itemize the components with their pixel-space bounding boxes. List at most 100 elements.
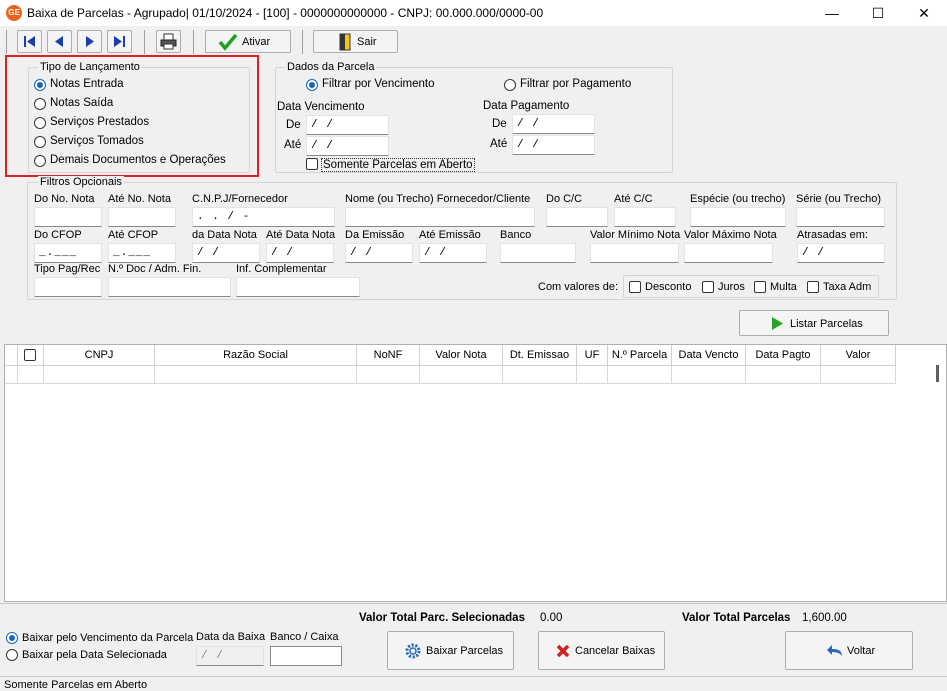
last-record-button[interactable] xyxy=(107,30,132,53)
multa-checkbox[interactable] xyxy=(754,281,766,293)
close-button[interactable]: ✕ xyxy=(901,0,947,26)
grid-cell[interactable] xyxy=(608,366,672,384)
label-data-vencimento: Data Vencimento xyxy=(277,101,365,113)
next-record-button[interactable] xyxy=(77,30,102,53)
tipo-pag-rec-field[interactable] xyxy=(34,277,102,297)
taxa-adm-checkbox[interactable] xyxy=(807,281,819,293)
grid-cell[interactable] xyxy=(44,366,155,384)
grid-header-razao-social[interactable]: Razão Social xyxy=(155,345,357,366)
grid-cell[interactable] xyxy=(746,366,821,384)
ate-emissao-field[interactable]: / / xyxy=(419,243,487,263)
print-button[interactable] xyxy=(156,30,181,53)
do-cfop-field[interactable]: _.___ xyxy=(34,243,102,263)
da-data-nota-field[interactable]: / / xyxy=(192,243,260,263)
footer-divider xyxy=(0,603,947,604)
cnpj-fornecedor-field[interactable]: . . / - xyxy=(192,207,335,227)
select-all-checkbox[interactable] xyxy=(24,349,36,361)
label-ate-cfop: Até CFOP xyxy=(108,229,159,241)
venc-de-field[interactable]: / / xyxy=(306,115,389,135)
grid-header-nonf[interactable]: NoNF xyxy=(357,345,420,366)
grid-header-dt-emissao[interactable]: Dt. Emissao xyxy=(503,345,577,366)
grid-header-select[interactable] xyxy=(18,345,44,366)
label-baixar-vencimento: Baixar pelo Vencimento da Parcela xyxy=(22,632,194,644)
somente-aberto-checkbox[interactable] xyxy=(306,158,318,170)
sair-button[interactable]: Sair xyxy=(313,30,398,53)
ate-no-nota-field[interactable] xyxy=(108,207,176,227)
nome-trecho-field[interactable] xyxy=(345,207,535,227)
gear-icon xyxy=(405,643,421,659)
grid-header-data-pagto[interactable]: Data Pagto xyxy=(746,345,821,366)
check-icon xyxy=(218,33,238,51)
prev-record-button[interactable] xyxy=(47,30,72,53)
juros-checkbox[interactable] xyxy=(702,281,714,293)
label-do-no-nota: Do No. Nota xyxy=(34,193,95,205)
sair-label: Sair xyxy=(357,36,377,48)
grid-cell[interactable] xyxy=(503,366,577,384)
atrasadas-em-field[interactable]: / / xyxy=(797,243,885,263)
banco-field[interactable] xyxy=(500,243,576,263)
cancelar-baixas-label: Cancelar Baixas xyxy=(575,645,656,657)
label-com-valores-de: Com valores de: xyxy=(538,281,619,293)
voltar-button[interactable]: Voltar xyxy=(785,631,913,670)
first-record-button[interactable] xyxy=(17,30,42,53)
radio-baixar-data-selecionada[interactable] xyxy=(6,649,18,661)
label-valor-total-selecionadas: Valor Total Parc. Selecionadas xyxy=(359,612,525,624)
pag-de-field[interactable]: / / xyxy=(512,114,595,134)
grid-cell[interactable] xyxy=(672,366,746,384)
data-da-baixa-field[interactable]: / / xyxy=(196,646,264,666)
label-somente-aberto: Somente Parcelas em Aberto xyxy=(321,158,475,172)
grid-header-cnpj[interactable]: CNPJ xyxy=(44,345,155,366)
grid-cell[interactable] xyxy=(577,366,608,384)
do-cc-field[interactable] xyxy=(546,207,608,227)
grid-header-valor-nota[interactable]: Valor Nota xyxy=(420,345,503,366)
label-da-data-nota: da Data Nota xyxy=(192,229,257,241)
minimize-button[interactable]: — xyxy=(809,0,855,26)
grid-cell[interactable] xyxy=(357,366,420,384)
grid-header-valor[interactable]: Valor xyxy=(821,345,896,366)
last-icon xyxy=(114,36,125,47)
banco-caixa-field[interactable] xyxy=(270,646,342,666)
grid-cell[interactable] xyxy=(420,366,503,384)
ate-cfop-field[interactable]: _.___ xyxy=(108,243,176,263)
grid-cell[interactable] xyxy=(18,366,44,384)
radio-filtrar-pagamento[interactable] xyxy=(504,79,516,91)
ate-cc-field[interactable] xyxy=(614,207,676,227)
maximize-button[interactable]: ☐ xyxy=(855,0,901,26)
do-no-nota-field[interactable] xyxy=(34,207,102,227)
grid-header-uf[interactable]: UF xyxy=(577,345,608,366)
desconto-checkbox[interactable] xyxy=(629,281,641,293)
radio-baixar-vencimento[interactable] xyxy=(6,632,18,644)
cancelar-baixas-button[interactable]: Cancelar Baixas xyxy=(538,631,665,670)
label-do-cc: Do C/C xyxy=(546,193,583,205)
ativar-button[interactable]: Ativar xyxy=(205,30,291,53)
radio-filtrar-vencimento[interactable] xyxy=(306,79,318,91)
valor-maximo-field[interactable] xyxy=(684,243,773,263)
especie-field[interactable] xyxy=(690,207,786,227)
grid-header-no-parcela[interactable]: N.º Parcela xyxy=(608,345,672,366)
grid-cell[interactable] xyxy=(821,366,896,384)
no-doc-adm-field[interactable] xyxy=(108,277,231,297)
toolbar-separator xyxy=(6,30,7,54)
da-emissao-field[interactable]: / / xyxy=(345,243,413,263)
listar-parcelas-button[interactable]: Listar Parcelas xyxy=(739,310,889,336)
parcelas-grid[interactable]: CNPJ Razão Social NoNF Valor Nota Dt. Em… xyxy=(4,344,947,602)
label-ate-data-nota: Até Data Nota xyxy=(266,229,336,241)
label-serie: Série (ou Trecho) xyxy=(796,193,881,205)
grid-header-data-vencto[interactable]: Data Vencto xyxy=(672,345,746,366)
grid-scrollbar-thumb[interactable] xyxy=(936,365,939,382)
valor-total-parcelas: 1,600.00 xyxy=(802,612,847,624)
valor-minimo-field[interactable] xyxy=(590,243,679,263)
serie-field[interactable] xyxy=(796,207,885,227)
inf-complementar-field[interactable] xyxy=(236,277,360,297)
label-baixar-data-selecionada: Baixar pela Data Selecionada xyxy=(22,649,167,661)
label-ate-no-nota: Até No. Nota xyxy=(108,193,171,205)
venc-ate-field[interactable]: / / xyxy=(306,136,389,156)
pag-ate-field[interactable]: / / xyxy=(512,135,595,155)
baixar-parcelas-label: Baixar Parcelas xyxy=(426,645,504,657)
baixar-parcelas-button[interactable]: Baixar Parcelas xyxy=(387,631,514,670)
grid-cell[interactable] xyxy=(155,366,357,384)
label-especie: Espécie (ou trecho) xyxy=(690,193,786,205)
app-icon: GE xyxy=(6,5,22,21)
ate-data-nota-field[interactable]: / / xyxy=(266,243,334,263)
label-venc-de: De xyxy=(286,119,301,131)
